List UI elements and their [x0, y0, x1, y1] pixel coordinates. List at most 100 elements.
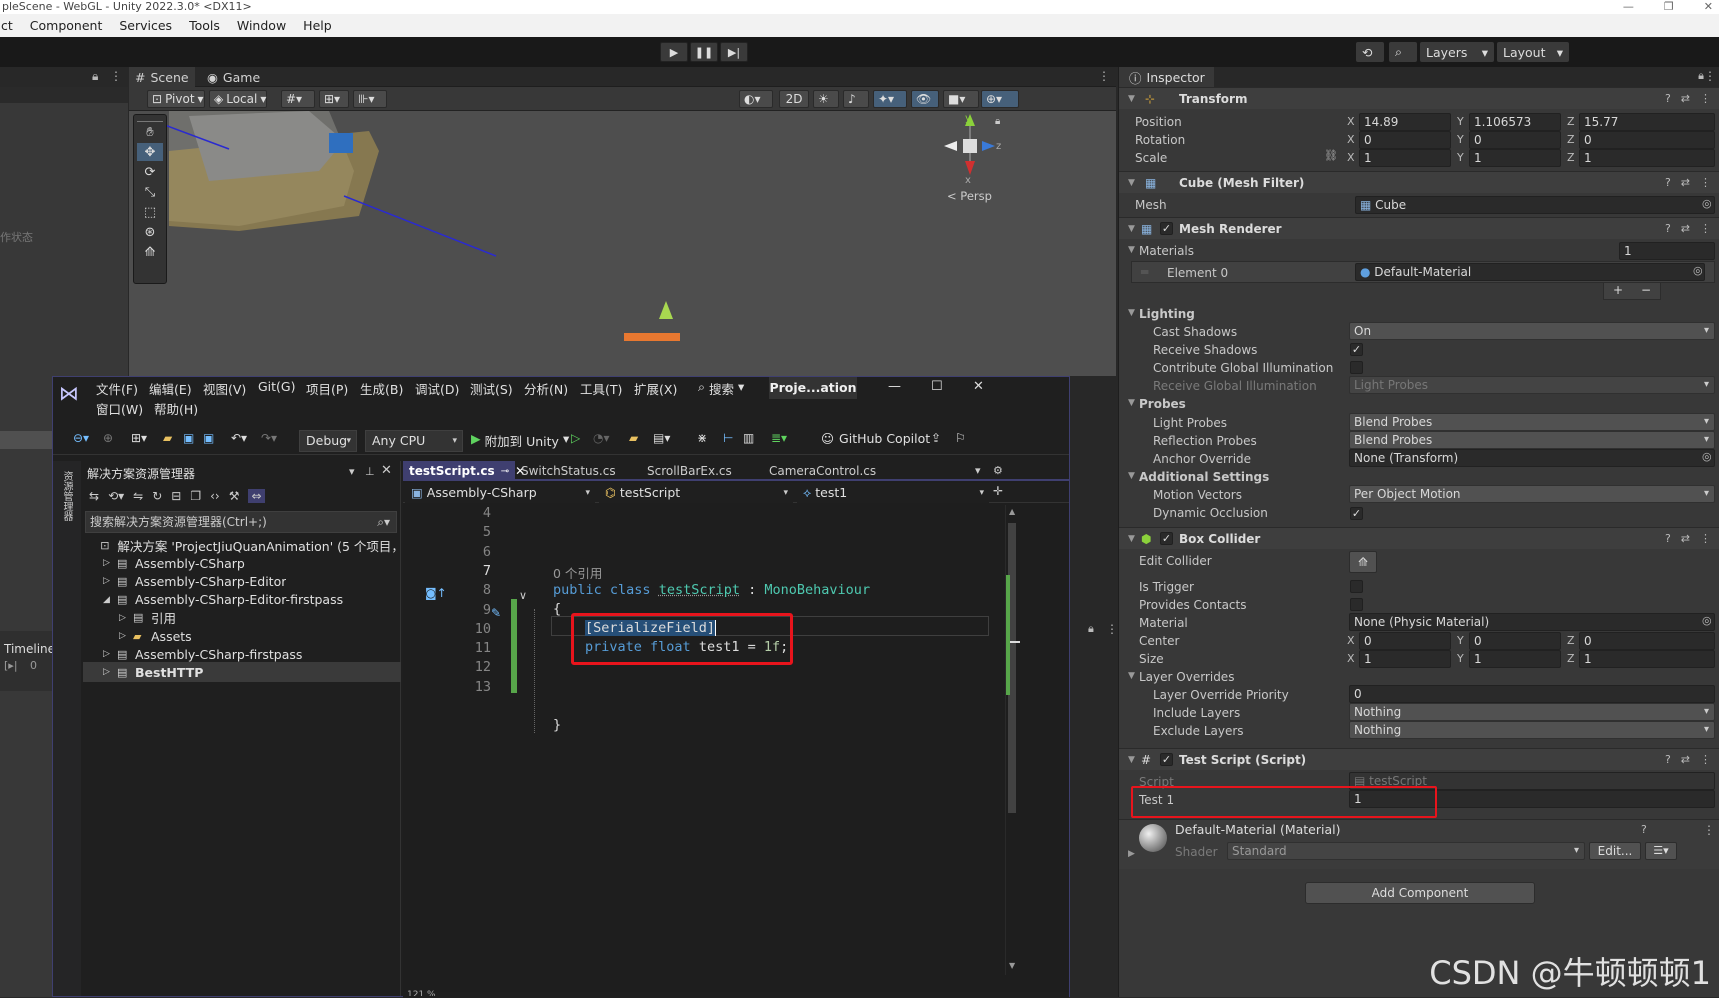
position-z-field[interactable]: 15.77 [1579, 113, 1715, 131]
snap-increment-button[interactable]: ⊞▾ [319, 90, 349, 108]
2d-toggle[interactable]: 2D [779, 90, 809, 108]
collapse-icon[interactable]: ▼ [1128, 755, 1135, 765]
collapse-icon[interactable]: ▼ [1128, 534, 1135, 544]
settings-icon[interactable]: ⚙ [993, 464, 1003, 477]
center-y-field[interactable]: 0 [1469, 632, 1561, 650]
reflection-probes-dropdown[interactable]: Blend Probes [1349, 431, 1715, 449]
mesh-filter-header[interactable]: ▼ ▦ Cube (Mesh Filter) ? ⇄ ⋮ [1119, 171, 1719, 193]
collapse-icon[interactable]: ▼ [1128, 398, 1135, 408]
local-dropdown[interactable]: ◈ Local ▾ [209, 90, 267, 108]
minimize-icon[interactable]: — [1623, 0, 1634, 14]
test-script-enabled-checkbox[interactable]: ✓ [1160, 753, 1173, 766]
code-line-5[interactable]: public class testScript : MonoBehaviour [553, 582, 870, 598]
layers-dropdown[interactable]: Layers ▾ [1420, 42, 1494, 62]
link-icon[interactable]: ⛓︎ [1324, 149, 1338, 162]
back-icon[interactable]: ⊖▾ [73, 431, 89, 445]
pivot-dropdown[interactable]: ⊡ Pivot ▾ [147, 90, 205, 108]
tree-item[interactable]: ▷ ▤ BestHTTP [83, 662, 401, 683]
save-all-icon[interactable]: ▣ [203, 431, 214, 445]
position-x-field[interactable]: 14.89 [1359, 113, 1451, 131]
preset-icon[interactable]: ⇄ [1681, 532, 1690, 545]
gizmo-z-cone[interactable] [982, 141, 995, 151]
test-script-header[interactable]: ▼ # ✓ Test Script (Script) ? ⇄ ⋮ [1119, 748, 1719, 770]
menu-item-component[interactable]: Component [30, 18, 103, 33]
switch-view-icon[interactable]: ⇋ [133, 489, 143, 503]
tree-item[interactable]: ◢ ▤ Assembly-CSharp-Editor-firstpass [83, 590, 401, 610]
side-tab-label[interactable]: 资源管理器 [59, 471, 74, 521]
split-icon[interactable]: ✛ [993, 484, 1003, 498]
box-collider-enabled-checkbox[interactable]: ✓ [1160, 532, 1173, 545]
open-icon[interactable]: ▰ [163, 431, 172, 445]
share-icon[interactable]: ⇪ [931, 431, 941, 445]
feedback-icon[interactable]: ⚐ [955, 431, 966, 445]
more-icon[interactable]: ⋮ [1700, 532, 1711, 545]
expand-arrow-icon[interactable]: ▷ [119, 631, 133, 641]
transform-header[interactable]: ▼ ⊹ Transform ? ⇄ ⋮ [1119, 87, 1719, 109]
chevron-down-icon[interactable]: ▾ [349, 465, 355, 478]
object-picker-icon[interactable]: ◎ [1693, 264, 1703, 277]
tree-item[interactable]: ▷ ▤ Assembly-CSharp-firstpass [83, 644, 401, 664]
gizmo-x-cone[interactable] [965, 161, 975, 175]
hot-reload-icon[interactable]: ◔▾ [593, 431, 610, 445]
tab-switchstatus[interactable]: SwitchStatus.cs [521, 464, 616, 478]
tree-item[interactable]: ▷ ▤ Assembly-CSharp [83, 553, 401, 573]
draw-mode-button[interactable]: ◐▾ [739, 90, 773, 108]
vs-menu-extensions[interactable]: 扩展(X) [634, 379, 677, 398]
box-collider-header[interactable]: ▼ ⬢ ✓ Box Collider ? ⇄ ⋮ [1119, 527, 1719, 549]
camera-button[interactable]: ■▾ [943, 90, 979, 108]
vs-menu-help[interactable]: 帮助(H) [154, 399, 198, 418]
tree-item[interactable]: ▷ ▤ Assembly-CSharp-Editor [83, 571, 401, 591]
more-icon[interactable]: ⋮ [1704, 69, 1716, 83]
visibility-toggle[interactable]: 👁︎ [911, 90, 939, 108]
layout-icon[interactable]: ▤▾ [653, 431, 670, 445]
shader-menu-button[interactable]: ☰▾ [1645, 842, 1677, 860]
tab-game[interactable]: ◉ Game [201, 67, 266, 87]
element-field[interactable]: ● Default-Material [1355, 263, 1705, 281]
cast-shadows-dropdown[interactable]: On [1349, 322, 1715, 340]
expand-arrow-icon[interactable]: ◢ [103, 595, 117, 605]
contribute-gi-checkbox[interactable] [1350, 361, 1363, 374]
add-component-button[interactable]: Add Component [1305, 882, 1535, 904]
nav-icon[interactable]: ⊢ [723, 431, 733, 445]
more-icon[interactable]: ⋮ [110, 69, 122, 83]
unity-message-icon[interactable]: ◙↑ [425, 586, 447, 600]
gizmo-neg-cone[interactable] [944, 141, 957, 151]
maximize-icon[interactable]: ❐ [1664, 0, 1674, 14]
menu-item-window[interactable]: Window [237, 18, 286, 33]
more-icon[interactable]: ⋮ [1703, 823, 1715, 837]
solution-search-input[interactable]: 搜索解决方案资源管理器(Ctrl+;) ⌕▾ [85, 511, 397, 533]
collapse-icon[interactable]: ▼ [1128, 308, 1135, 318]
rect-tool-button[interactable]: ⬚ [137, 203, 163, 221]
more-icon[interactable]: ⋮ [1700, 176, 1711, 189]
move-tool-button[interactable]: ✥ [137, 143, 163, 161]
zoom-level[interactable]: 121 % [407, 990, 436, 996]
center-x-field[interactable]: 0 [1359, 632, 1451, 650]
vs-menu-tools[interactable]: 工具(T) [580, 379, 622, 398]
is-trigger-checkbox[interactable] [1350, 580, 1363, 593]
persp-label[interactable]: < Persp [947, 189, 992, 203]
preset-icon[interactable]: ⇄ [1681, 753, 1690, 766]
more-icon[interactable]: ⋮ [1700, 92, 1711, 105]
transform-tool-button[interactable]: ⊛ [137, 223, 163, 241]
scale-x-field[interactable]: 1 [1359, 149, 1451, 167]
pin-icon[interactable]: ⊥ [365, 465, 375, 478]
collapse-icon[interactable]: ▼ [1128, 94, 1135, 104]
forward-icon[interactable]: ⊕ [103, 431, 113, 445]
more-icon[interactable]: ⋮ [1700, 753, 1711, 766]
search-button[interactable]: ⌕ [1389, 42, 1417, 62]
anchor-override-field[interactable]: None (Transform) [1349, 449, 1715, 467]
grid-snap-button[interactable]: #▾ [281, 90, 315, 108]
reference-codelens[interactable]: 0 个引用 [553, 563, 602, 582]
layout-dropdown[interactable]: Layout ▾ [1497, 42, 1569, 62]
hierarchy-search[interactable] [0, 87, 128, 103]
help-icon[interactable]: ? [1641, 823, 1647, 836]
collapse-icon[interactable]: ▼ [1128, 671, 1135, 681]
tab-scrollbarex[interactable]: ScrollBarEx.cs [647, 464, 732, 478]
gizmo-center[interactable] [963, 139, 977, 153]
code-icon[interactable]: ‹› [210, 489, 220, 503]
save-icon[interactable]: ▣ [183, 431, 194, 445]
history-icon[interactable]: ⟲▾ [108, 489, 124, 503]
tab-scene[interactable]: # Scene [129, 67, 195, 87]
tree-item[interactable]: ⊡ 解决方案 'ProjectJiuQuanAnimation' (5 个项目，共 [83, 535, 401, 555]
shader-edit-button[interactable]: Edit... [1589, 842, 1641, 860]
